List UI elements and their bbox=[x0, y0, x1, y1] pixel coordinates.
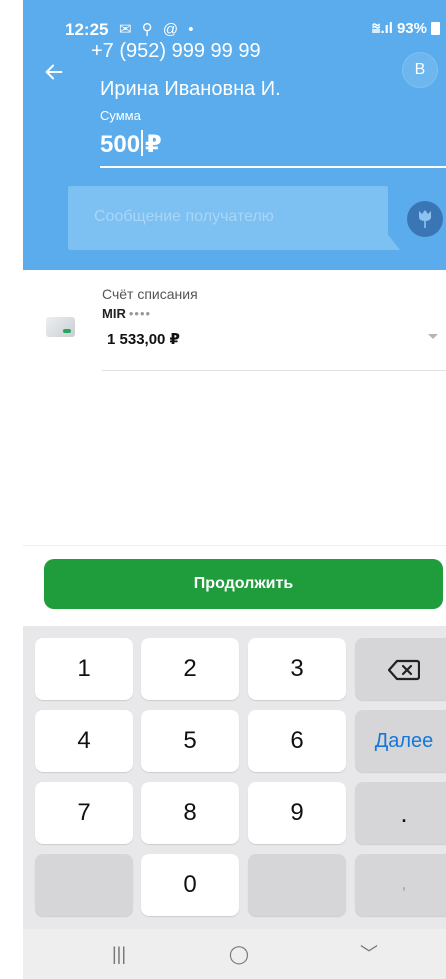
key-4[interactable]: 4 bbox=[35, 710, 133, 772]
message-placeholder: Сообщение получателю bbox=[94, 208, 274, 225]
empty-key bbox=[248, 854, 346, 916]
message-input[interactable]: Сообщение получателю bbox=[68, 186, 388, 250]
backspace-key[interactable] bbox=[355, 638, 446, 700]
next-key[interactable]: Далее bbox=[355, 710, 446, 772]
message-bubble-tail bbox=[386, 232, 400, 250]
numeric-keyboard: 1 2 3 4 5 6 Далее 7 8 9 . 0 , bbox=[23, 626, 446, 929]
notification-icons: ✉ ⚲ @ • bbox=[119, 21, 197, 38]
key-3[interactable]: 3 bbox=[248, 638, 346, 700]
key-6[interactable]: 6 bbox=[248, 710, 346, 772]
currency-symbol: ₽ bbox=[145, 131, 162, 158]
key-5[interactable]: 5 bbox=[141, 710, 239, 772]
battery-percent: 93% bbox=[396, 20, 427, 37]
recipient-name: Ирина Ивановна И. bbox=[100, 78, 281, 100]
back-button[interactable] bbox=[39, 56, 69, 86]
status-right: ⩰.ıl 93% bbox=[372, 20, 440, 37]
chevron-down-icon[interactable] bbox=[428, 334, 438, 339]
account-label: Счёт списания bbox=[102, 286, 198, 302]
key-7[interactable]: 7 bbox=[35, 782, 133, 844]
debit-account-section[interactable]: Счёт списания MIR •••• 1 533,00 ₽ bbox=[23, 270, 446, 545]
card-mask: •••• bbox=[128, 306, 152, 321]
key-8[interactable]: 8 bbox=[141, 782, 239, 844]
tulip-icon bbox=[419, 209, 431, 228]
backspace-icon bbox=[387, 659, 421, 680]
status-time: 12:25 bbox=[65, 20, 109, 39]
divider bbox=[23, 545, 446, 546]
recipient-phone: +7 (952) 999 99 99 bbox=[91, 40, 261, 62]
card-icon bbox=[46, 317, 75, 337]
dot-key[interactable]: . bbox=[355, 782, 446, 844]
recents-button[interactable]: ||| bbox=[99, 929, 139, 979]
left-edge-strip bbox=[0, 0, 23, 979]
status-bar: 12:25 ✉ ⚲ @ • ⩰.ıl 93% bbox=[23, 0, 446, 40]
system-nav-bar: ||| ◯ ﹀ bbox=[23, 929, 446, 979]
card-indicator bbox=[63, 329, 71, 333]
key-9[interactable]: 9 bbox=[248, 782, 346, 844]
continue-button[interactable]: Продолжить bbox=[44, 559, 443, 609]
account-divider bbox=[102, 370, 446, 371]
transfer-screen: 12:25 ✉ ⚲ @ • ⩰.ıl 93% +7 (952) 999 99 9… bbox=[0, 0, 446, 979]
signal-icon: ⩰.ıl bbox=[371, 20, 393, 37]
key-1[interactable]: 1 bbox=[35, 638, 133, 700]
nav-back-button[interactable]: ﹀ bbox=[349, 929, 389, 979]
amount-input[interactable]: 500 ₽ bbox=[100, 130, 446, 168]
amount-value: 500 bbox=[100, 131, 141, 158]
key-2[interactable]: 2 bbox=[141, 638, 239, 700]
text-caret bbox=[141, 130, 144, 156]
home-button[interactable]: ◯ bbox=[219, 929, 259, 979]
empty-key bbox=[35, 854, 133, 916]
arrow-left-icon bbox=[45, 64, 63, 80]
key-0[interactable]: 0 bbox=[141, 854, 239, 916]
comma-key[interactable]: , bbox=[355, 854, 446, 916]
avatar[interactable]: В bbox=[402, 52, 438, 88]
gift-button[interactable] bbox=[407, 201, 443, 237]
card-name: MIR •••• bbox=[102, 306, 151, 321]
account-balance: 1 533,00 ₽ bbox=[107, 331, 180, 348]
amount-label: Сумма bbox=[100, 108, 141, 123]
card-system: MIR bbox=[102, 306, 126, 321]
battery-icon bbox=[431, 22, 440, 35]
